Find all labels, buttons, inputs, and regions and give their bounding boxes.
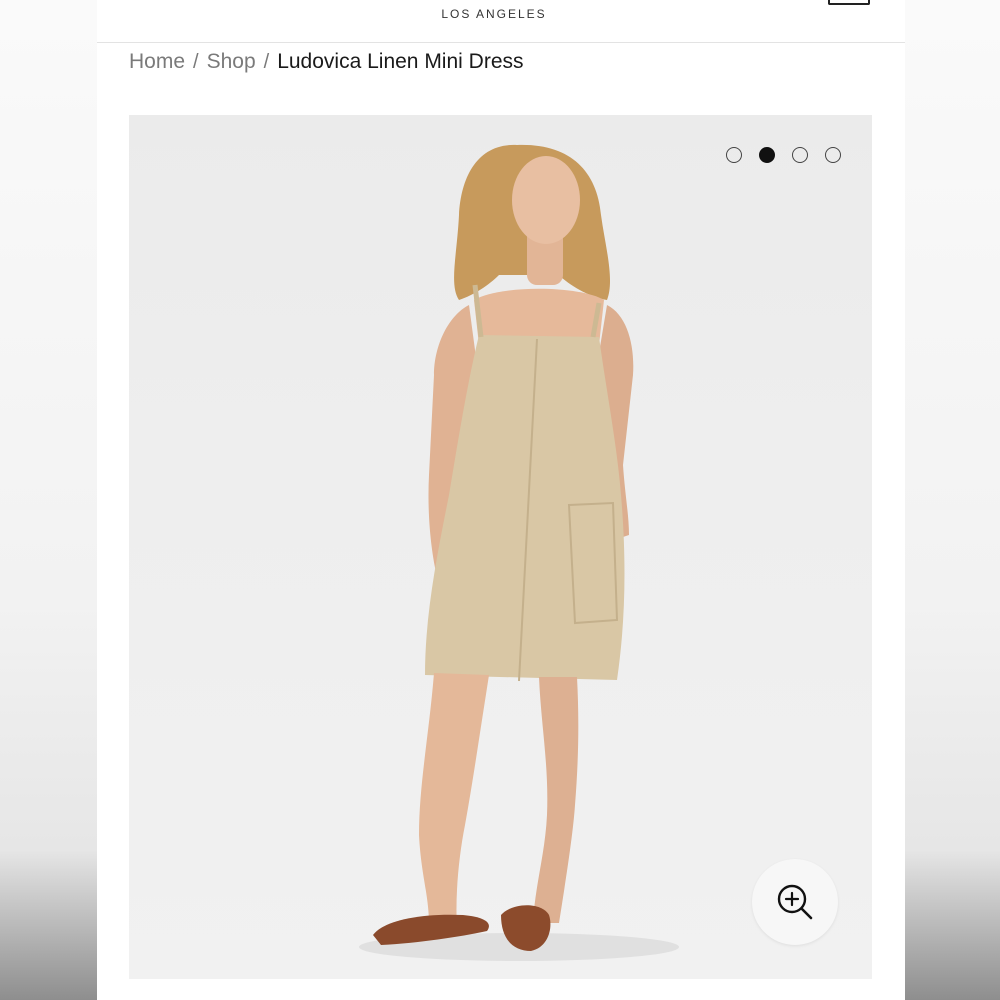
- left-backdrop: [0, 0, 97, 1000]
- breadcrumb-home[interactable]: Home: [129, 50, 185, 74]
- breadcrumb-separator: /: [193, 50, 199, 73]
- slide-dot-1[interactable]: [726, 147, 742, 163]
- right-backdrop: [905, 0, 1000, 1000]
- breadcrumb-separator: /: [263, 50, 270, 73]
- slide-indicators: [726, 147, 841, 163]
- product-image-gallery[interactable]: [129, 115, 872, 979]
- bag-icon[interactable]: [828, 0, 870, 5]
- brand-subtitle[interactable]: LOS ANGELES: [97, 7, 891, 21]
- slide-dot-2[interactable]: [759, 147, 775, 163]
- breadcrumb-current: Ludovica Linen Mini Dress: [277, 50, 524, 73]
- product-page: LOS ANGELES Home / Shop / Ludovica Linen…: [97, 0, 905, 1000]
- slide-dot-4[interactable]: [825, 147, 841, 163]
- right-leg: [533, 677, 579, 923]
- left-leg: [419, 673, 489, 927]
- zoom-button[interactable]: [752, 859, 838, 945]
- site-header: LOS ANGELES: [97, 0, 905, 43]
- breadcrumb-shop[interactable]: Shop: [207, 50, 256, 74]
- zoom-in-icon: [777, 884, 813, 920]
- breadcrumb: Home / Shop / Ludovica Linen Mini Dress: [129, 49, 524, 75]
- slide-dot-3[interactable]: [792, 147, 808, 163]
- dress-strap-left: [472, 284, 484, 338]
- product-photo: [359, 144, 679, 961]
- face: [512, 156, 580, 244]
